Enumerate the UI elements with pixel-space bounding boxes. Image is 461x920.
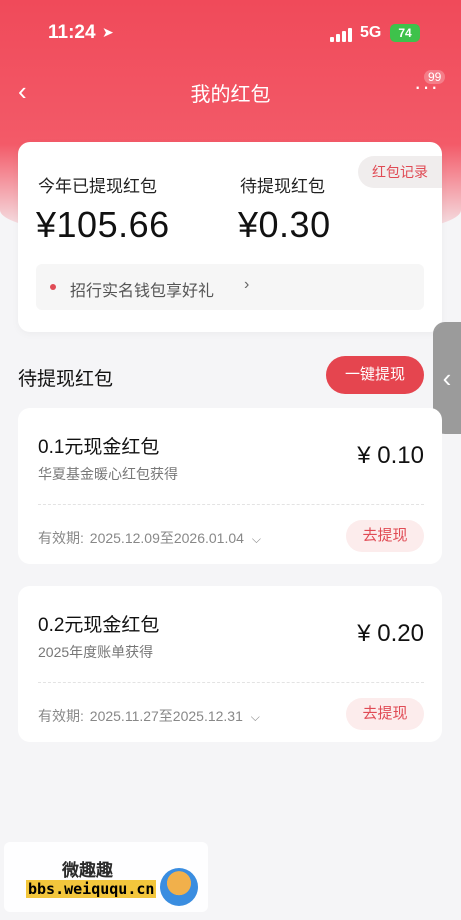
packet-validity[interactable]: 有效期: 2025.11.27至2025.12.31 ⌵ [38,706,262,726]
pending-section-title: 待提现红包 [18,369,114,390]
red-packet-card: 0.1元现金红包 华夏基金暖心红包获得 ¥ 0.10 有效期: 2025.12.… [18,408,442,564]
withdrawn-value: ¥105.66 [36,204,170,245]
page-title: 我的红包 [190,84,271,106]
watermark: 微趣趣 bbs.weiququ.cn [4,842,208,912]
validity-dates: 2025.12.09至2026.01.04 [89,530,244,546]
packet-source: 2025年度账单获得 [38,644,154,660]
promo-banner[interactable]: 招行实名钱包享好礼 › [36,264,424,310]
pending-label: 待提现红包 [240,177,325,196]
oneclick-withdraw-button[interactable]: 一键提现 [326,356,424,394]
status-bar: 11:24 ➤ 5G 74 [0,0,461,68]
withdraw-button[interactable]: 去提现 [346,698,424,730]
chevron-down-icon: ⌵ [251,532,261,546]
validity-label: 有效期: [38,530,84,546]
summary-card: 红包记录 今年已提现红包 ¥105.66 待提现红包 ¥0.30 招行实名钱包享… [18,142,442,332]
red-packet-card: 0.2元现金红包 2025年度账单获得 ¥ 0.20 有效期: 2025.11.… [18,586,442,742]
promo-text: 招行实名钱包享好礼 [70,283,215,300]
status-time: 11:24 [48,22,96,43]
packet-amount: ¥ 0.10 [357,442,424,469]
packet-validity[interactable]: 有效期: 2025.12.09至2026.01.04 ⌵ [38,528,263,548]
network-type: 5G [360,24,382,41]
divider [38,682,424,683]
watermark-logo-icon [160,868,198,906]
watermark-text: 微趣趣 [62,861,113,880]
divider [38,504,424,505]
location-arrow-icon: ➤ [102,24,114,40]
chevron-down-icon: ⌵ [250,710,260,724]
promo-dot-icon [50,284,56,290]
chevron-right-icon: › [244,276,250,293]
packet-name: 0.2元现金红包 [38,615,160,636]
packet-amount: ¥ 0.20 [357,620,424,647]
packet-name: 0.1元现金红包 [38,437,160,458]
red-packet-record-button[interactable]: 红包记录 [358,156,442,188]
withdrawn-label: 今年已提现红包 [38,177,157,196]
watermark-url: bbs.weiququ.cn [26,880,157,898]
withdraw-button[interactable]: 去提现 [346,520,424,552]
nav-bar: ‹ 我的红包 ··· 99 [0,68,461,112]
validity-label: 有效期: [38,708,84,724]
signal-icon [330,26,354,42]
notification-badge: 99 [424,70,446,84]
battery-icon: 74 [390,24,420,42]
packet-source: 华夏基金暖心红包获得 [38,466,178,482]
validity-dates: 2025.11.27至2025.12.31 [89,708,243,724]
pending-value: ¥0.30 [238,204,331,245]
